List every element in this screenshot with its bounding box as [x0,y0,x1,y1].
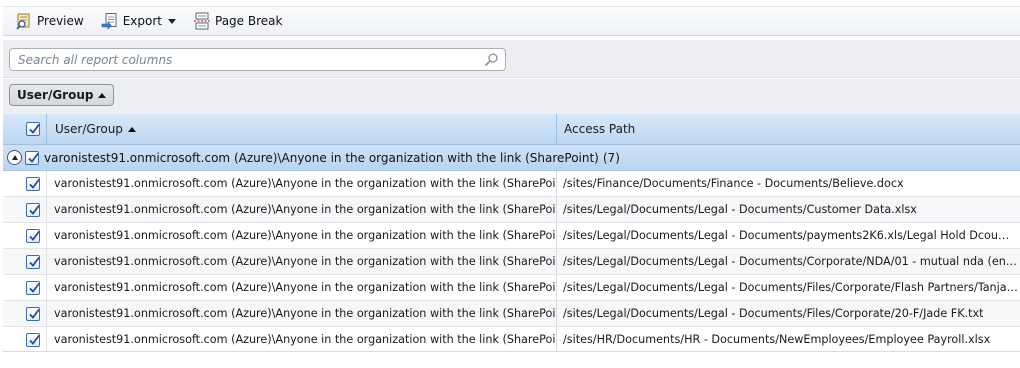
cell-access-path: /sites/Finance/Documents/Finance - Docum… [557,171,1020,196]
page-break-label: Page Break [215,14,283,28]
column-header-user-group-label: User/Group [55,122,123,136]
cell-user-group: varonistest91.onmicrosoft.com (Azure)\An… [47,223,557,248]
row-checkbox-cell [3,223,47,248]
group-header-row[interactable]: varonistest91.onmicrosoft.com (Azure)\An… [3,145,1020,171]
table-row[interactable]: varonistest91.onmicrosoft.com (Azure)\An… [3,301,1020,327]
row-checkbox[interactable] [26,332,40,347]
column-header-access-path-label: Access Path [564,122,636,136]
table-row[interactable]: varonistest91.onmicrosoft.com (Azure)\An… [3,171,1020,197]
access-path-text: /sites/Legal/Documents/Legal - Documents… [563,281,1018,294]
cell-access-path: /sites/Legal/Documents/Legal - Documents… [557,301,1020,326]
cell-user-group: varonistest91.onmicrosoft.com (Azure)\An… [47,301,557,326]
cell-access-path: /sites/Legal/Documents/Legal - Documents… [557,223,1020,248]
group-checkbox[interactable] [25,150,39,165]
sort-ascending-icon [127,126,136,132]
group-by-chip-user-group[interactable]: User/Group [9,84,115,106]
row-checkbox[interactable] [26,228,40,243]
table-row[interactable]: varonistest91.onmicrosoft.com (Azure)\An… [3,249,1020,275]
search-input[interactable]: Search all report columns [9,48,506,71]
export-label: Export [122,14,162,28]
group-header-count: (7) [602,150,620,165]
select-all-checkbox[interactable] [26,122,40,136]
cell-user-group: varonistest91.onmicrosoft.com (Azure)\An… [47,275,557,300]
select-all-cell [3,114,47,144]
cell-user-group: varonistest91.onmicrosoft.com (Azure)\An… [47,171,557,196]
row-checkbox-cell [3,171,47,196]
row-checkbox[interactable] [26,202,40,217]
chevron-down-icon [168,18,176,24]
grouping-panel: User/Group [3,79,1020,114]
group-header-label: varonistest91.onmicrosoft.com (Azure)\An… [44,150,599,165]
search-icon[interactable] [483,52,499,68]
group-chip-label: User/Group [17,88,94,102]
report-grid: User/Group Access Path varonistest91.onm… [3,114,1020,353]
access-path-text: /sites/Finance/Documents/Finance - Docum… [563,177,904,190]
search-placeholder: Search all report columns [18,52,173,67]
column-header-access-path[interactable]: Access Path [557,114,1020,144]
sort-ascending-icon [98,92,107,98]
row-checkbox-cell [3,301,47,326]
preview-icon [15,12,33,30]
row-checkbox[interactable] [26,306,40,321]
cell-access-path: /sites/HR/Documents/HR - Documents/NewEm… [557,327,1020,352]
export-icon [101,12,119,30]
grid-header: User/Group Access Path [3,114,1020,145]
access-path-text: /sites/HR/Documents/HR - Documents/NewEm… [563,333,991,346]
row-checkbox[interactable] [26,254,40,269]
row-checkbox-cell [3,249,47,274]
table-row[interactable]: varonistest91.onmicrosoft.com (Azure)\An… [3,327,1020,353]
column-header-user-group[interactable]: User/Group [47,114,557,144]
access-path-text: /sites/Legal/Documents/Legal - Documents… [563,307,984,320]
cell-user-group: varonistest91.onmicrosoft.com (Azure)\An… [47,249,557,274]
collapse-group-icon[interactable] [7,150,22,165]
grid-rows: varonistest91.onmicrosoft.com (Azure)\An… [3,171,1020,353]
row-checkbox-cell [3,327,47,352]
table-row[interactable]: varonistest91.onmicrosoft.com (Azure)\An… [3,275,1020,301]
access-path-text: /sites/Legal/Documents/Legal - Documents… [563,255,1018,268]
page-break-icon [193,12,211,30]
cell-access-path: /sites/Legal/Documents/Legal - Documents… [557,197,1020,222]
row-checkbox-cell [3,197,47,222]
cell-user-group: varonistest91.onmicrosoft.com (Azure)\An… [47,327,557,352]
access-path-text: /sites/Legal/Documents/Legal - Documents… [563,229,1018,242]
cell-access-path: /sites/Legal/Documents/Legal - Documents… [557,249,1020,274]
table-row[interactable]: varonistest91.onmicrosoft.com (Azure)\An… [3,197,1020,223]
search-bar: Search all report columns [3,40,1020,78]
row-checkbox[interactable] [26,280,40,295]
export-button[interactable]: Export [97,10,180,32]
preview-button[interactable]: Preview [11,10,88,32]
page-break-button[interactable]: Page Break [189,10,286,32]
cell-access-path: /sites/Legal/Documents/Legal - Documents… [557,275,1020,300]
grid-empty-area [3,351,1020,368]
row-checkbox-cell [3,275,47,300]
row-checkbox[interactable] [26,176,40,191]
access-path-text: /sites/Legal/Documents/Legal - Documents… [563,203,917,216]
preview-label: Preview [37,14,84,28]
table-row[interactable]: varonistest91.onmicrosoft.com (Azure)\An… [3,223,1020,249]
cell-user-group: varonistest91.onmicrosoft.com (Azure)\An… [47,197,557,222]
toolbar: Preview Export Page Break [3,6,1020,36]
